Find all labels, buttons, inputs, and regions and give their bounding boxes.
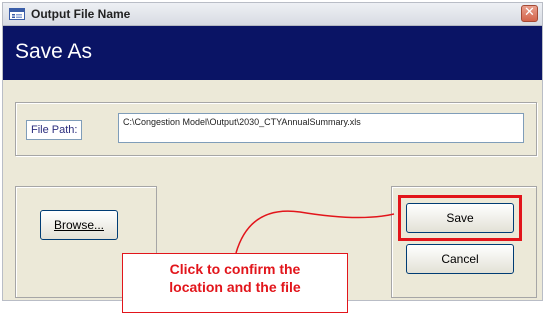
file-path-field[interactable]: C:\Congestion Model\Output\2030_CTYAnnua… (118, 113, 524, 143)
window-title: Output File Name (31, 7, 131, 21)
close-icon[interactable]: ✕ (521, 5, 538, 22)
annotation-callout: Click to confirm the location and the fi… (122, 253, 348, 313)
file-path-label: File Path: (26, 120, 83, 140)
annotation-line-2: location and the file (169, 279, 301, 295)
file-path-group: File Path: C:\Congestion Model\Output\20… (15, 102, 537, 156)
browse-button[interactable]: Browse... (40, 210, 118, 240)
save-button[interactable]: Save (406, 203, 514, 233)
title-bar: Output File Name ✕ (3, 3, 542, 26)
cancel-button[interactable]: Cancel (406, 244, 514, 274)
form-icon (9, 8, 25, 20)
cancel-button-label: Cancel (441, 252, 479, 266)
action-group: Save Cancel (391, 186, 537, 298)
annotation-line-1: Click to confirm the (169, 261, 301, 277)
save-button-label: Save (446, 211, 474, 225)
page-title: Save As (15, 40, 93, 63)
header-banner: Save As (3, 26, 542, 80)
browse-button-label: Browse... (53, 218, 104, 232)
